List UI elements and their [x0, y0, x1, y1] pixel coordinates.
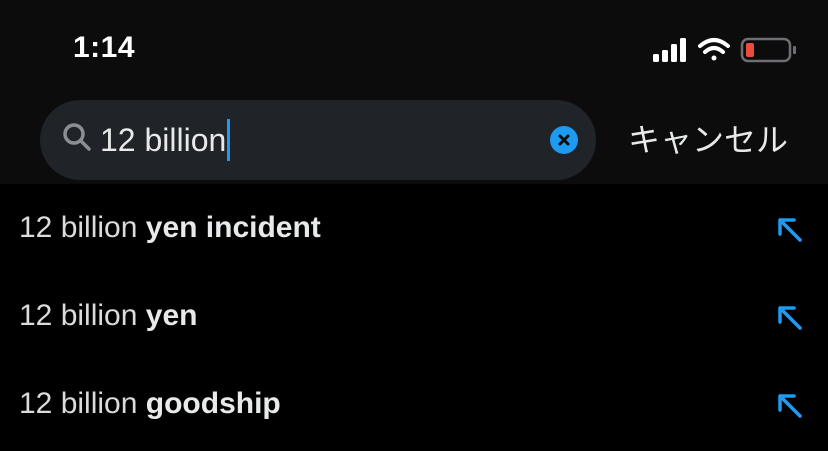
suggestion-list: 12 billion yen incident 12 billion yen 1… [0, 184, 828, 448]
status-icons [653, 37, 796, 63]
suggestion-prefix: 12 billion [19, 299, 138, 332]
suggestion-text: 12 billion yen [19, 296, 197, 336]
suggestion-text: 12 billion goodship [19, 384, 281, 424]
cancel-button[interactable]: キャンセル [628, 118, 788, 162]
suggestion-completion: goodship [145, 387, 281, 420]
header: 1:14 12 billion キャンセル [0, 0, 828, 184]
suggestion-item[interactable]: 12 billion yen incident [0, 184, 828, 272]
arrow-up-left-icon[interactable] [776, 304, 804, 332]
text-caret [227, 119, 231, 161]
status-time: 1:14 [73, 31, 136, 64]
search-icon [63, 123, 91, 151]
status-bar: 1:14 [0, 0, 828, 100]
clear-icon [558, 134, 570, 146]
arrow-up-left-icon[interactable] [776, 392, 804, 420]
suggestion-completion: yen incident [145, 211, 321, 244]
clear-search-button[interactable] [550, 126, 578, 154]
search-input[interactable]: 12 billion [100, 116, 530, 164]
suggestion-prefix: 12 billion [19, 211, 138, 244]
battery-icon [740, 37, 796, 63]
suggestion-item[interactable]: 12 billion yen [0, 272, 828, 360]
wifi-icon [698, 38, 730, 61]
arrow-up-left-icon[interactable] [776, 216, 804, 244]
suggestion-text: 12 billion yen incident [19, 208, 321, 248]
signal-icon [653, 38, 686, 62]
suggestion-prefix: 12 billion [19, 387, 138, 420]
search-query: 12 billion [100, 122, 227, 158]
suggestion-item[interactable]: 12 billion goodship [0, 360, 828, 448]
suggestion-completion: yen [145, 299, 198, 332]
